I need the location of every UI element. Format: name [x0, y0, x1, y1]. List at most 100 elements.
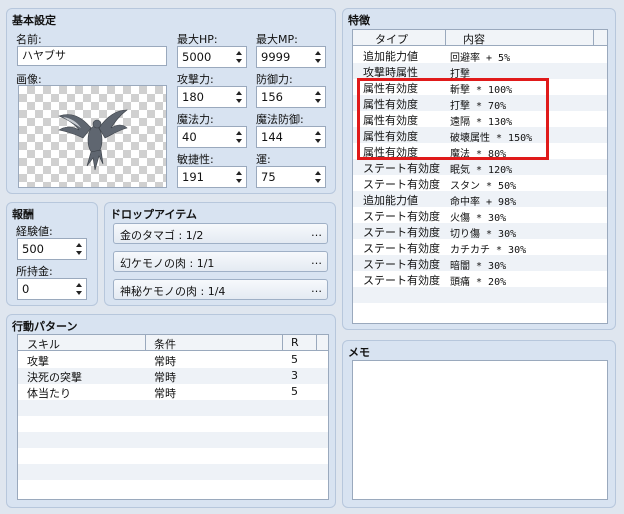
name-field[interactable]: ハヤブサ: [17, 46, 167, 66]
attack-stepper[interactable]: 180: [177, 86, 247, 108]
table-row[interactable]: ステート有効度 頭痛 * 20%: [353, 271, 607, 288]
table-row[interactable]: 追加能力値 命中率 + 98%: [353, 191, 607, 208]
max-hp-value: 5000: [182, 50, 212, 64]
magic-attack-label: 魔法力:: [177, 113, 214, 126]
table-row[interactable]: 属性有効度 遠隔 * 130%: [353, 111, 607, 128]
table-row[interactable]: 攻撃時属性 打撃: [353, 63, 607, 80]
trait-type-cell: 追加能力値: [363, 194, 418, 207]
luck-stepper[interactable]: 75: [256, 166, 326, 188]
stepper-down-icon[interactable]: [315, 139, 321, 143]
stepper-up-icon[interactable]: [236, 91, 242, 95]
column-header-type[interactable]: タイプ: [375, 31, 408, 47]
stepper-up-icon[interactable]: [76, 283, 82, 287]
action-pattern-table[interactable]: スキル 条件 R 攻撃 常時 5 決死の突撃 常時 3 体当たり 常時 5: [17, 334, 329, 500]
defense-stepper[interactable]: 156: [256, 86, 326, 108]
magic-defense-stepper[interactable]: 144: [256, 126, 326, 148]
agility-stepper[interactable]: 191: [177, 166, 247, 188]
table-row[interactable]: ステート有効度 暗闇 * 30%: [353, 255, 607, 272]
stepper-down-icon[interactable]: [236, 99, 242, 103]
gold-value: 0: [22, 282, 30, 296]
basic-settings-title: 基本設定: [12, 14, 56, 27]
memo-title: メモ: [348, 346, 370, 359]
stepper-down-icon[interactable]: [236, 59, 242, 63]
stepper-up-icon[interactable]: [315, 131, 321, 135]
stepper-down-icon[interactable]: [76, 251, 82, 255]
stepper-up-icon[interactable]: [236, 131, 242, 135]
table-row[interactable]: 属性有効度 破壊属性 * 150%: [353, 127, 607, 144]
trait-content-cell: 打撃 * 70%: [450, 101, 507, 112]
table-header: スキル 条件 R: [18, 335, 328, 351]
drop-item-3[interactable]: 神秘ケモノの肉 : 1/4 …: [113, 279, 328, 300]
magic-attack-stepper[interactable]: 40: [177, 126, 247, 148]
trait-type-cell: ステート有効度: [363, 242, 440, 255]
table-row-empty[interactable]: [18, 400, 328, 416]
attack-label: 攻撃力:: [177, 73, 214, 86]
column-header-skill[interactable]: スキル: [27, 336, 60, 352]
table-row[interactable]: ステート有効度 スタン * 50%: [353, 175, 607, 192]
trait-content-cell: 破壊属性 * 150%: [450, 133, 533, 144]
stepper-up-icon[interactable]: [236, 171, 242, 175]
condition-cell: 常時: [154, 387, 176, 400]
max-hp-label: 最大HP:: [177, 33, 218, 46]
table-row-empty[interactable]: [353, 287, 607, 303]
stepper-down-icon[interactable]: [315, 59, 321, 63]
table-row-empty[interactable]: [18, 432, 328, 448]
table-row[interactable]: ステート有効度 カチカチ * 30%: [353, 239, 607, 256]
stepper-down-icon[interactable]: [236, 139, 242, 143]
stepper-up-icon[interactable]: [315, 51, 321, 55]
battler-image[interactable]: [18, 85, 167, 188]
table-row[interactable]: 属性有効度 打撃 * 70%: [353, 95, 607, 112]
table-row-empty[interactable]: [18, 464, 328, 480]
trait-type-cell: 属性有効度: [363, 98, 418, 111]
table-row-empty[interactable]: [18, 416, 328, 432]
defense-value: 156: [261, 90, 283, 104]
column-header-condition[interactable]: 条件: [154, 336, 176, 352]
agility-label: 敏捷性:: [177, 153, 214, 166]
stepper-down-icon[interactable]: [315, 99, 321, 103]
table-row-empty[interactable]: [18, 480, 328, 496]
column-header-content[interactable]: 内容: [463, 31, 485, 47]
max-hp-stepper[interactable]: 5000: [177, 46, 247, 68]
column-header-rating[interactable]: R: [291, 336, 299, 349]
trait-type-cell: 属性有効度: [363, 130, 418, 143]
condition-cell: 常時: [154, 355, 176, 368]
table-row[interactable]: 属性有効度 魔法 * 80%: [353, 143, 607, 160]
memo-textarea[interactable]: [352, 360, 608, 500]
trait-type-cell: 属性有効度: [363, 114, 418, 127]
drop-item-1[interactable]: 金のタマゴ : 1/2 …: [113, 223, 328, 244]
trait-content-cell: 回避率 + 5%: [450, 53, 511, 64]
table-row-empty[interactable]: [18, 448, 328, 464]
stepper-up-icon[interactable]: [315, 171, 321, 175]
magic-attack-value: 40: [182, 130, 197, 144]
stepper-down-icon[interactable]: [315, 179, 321, 183]
stepper-down-icon[interactable]: [236, 179, 242, 183]
traits-table[interactable]: タイプ 内容 追加能力値 回避率 + 5% 攻撃時属性 打撃 属性有効度 斬撃 * 100…: [352, 29, 608, 324]
exp-value: 500: [22, 242, 44, 256]
table-row[interactable]: 攻撃 常時 5: [18, 352, 328, 368]
rating-cell: 5: [291, 353, 298, 366]
max-mp-label: 最大MP:: [256, 33, 298, 46]
table-row[interactable]: ステート有効度 眠気 * 120%: [353, 159, 607, 176]
table-row[interactable]: 体当たり 常時 5: [18, 384, 328, 400]
drop-item-label: 金のタマゴ : 1/2: [120, 229, 204, 242]
bird-sprite-icon: [58, 109, 128, 171]
table-row[interactable]: ステート有効度 切り傷 * 30%: [353, 223, 607, 240]
table-row[interactable]: 決死の突撃 常時 3: [18, 368, 328, 384]
stepper-up-icon[interactable]: [236, 51, 242, 55]
table-row[interactable]: 追加能力値 回避率 + 5%: [353, 47, 607, 64]
gold-stepper[interactable]: 0: [17, 278, 87, 300]
trait-content-cell: 暗闇 * 30%: [450, 261, 507, 272]
exp-stepper[interactable]: 500: [17, 238, 87, 260]
table-row-empty[interactable]: [353, 303, 607, 319]
trait-content-cell: カチカチ * 30%: [450, 245, 527, 256]
drop-item-2[interactable]: 幻ケモノの肉 : 1/1 …: [113, 251, 328, 272]
trait-type-cell: 属性有効度: [363, 146, 418, 159]
stepper-up-icon[interactable]: [76, 243, 82, 247]
stepper-down-icon[interactable]: [76, 291, 82, 295]
table-row[interactable]: 属性有効度 斬撃 * 100%: [353, 79, 607, 96]
drop-item-label: 神秘ケモノの肉 : 1/4: [120, 285, 226, 298]
stepper-up-icon[interactable]: [315, 91, 321, 95]
table-row[interactable]: ステート有効度 火傷 * 30%: [353, 207, 607, 224]
max-mp-stepper[interactable]: 9999: [256, 46, 326, 68]
magic-defense-label: 魔法防御:: [256, 113, 304, 126]
